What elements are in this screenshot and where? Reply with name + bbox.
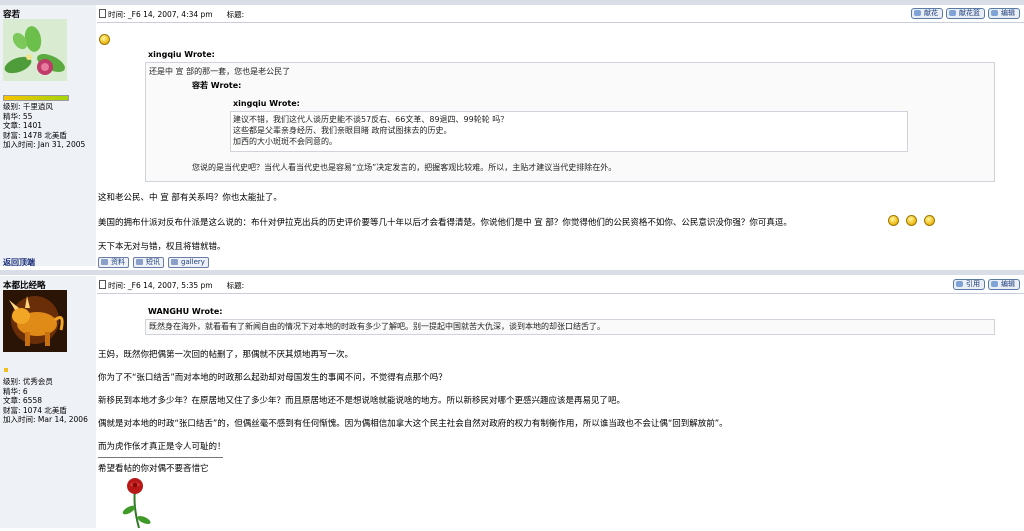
post-body-line-2: 美国的拥布什派对反布什派是这么说的：布什对伊拉克出兵的历史评价要等几十年以后才会…	[98, 218, 792, 228]
quote-box: 还是中 宣 部的那一套，您也是老公民了 容若 Wrote: xingqiu Wr…	[145, 62, 995, 182]
post-body-line-2: 你为了不“张口结舌”而对本地的时政那么起劲却对母国发生的事闻不问，不觉得有点那个…	[98, 373, 447, 383]
quote-icon	[956, 281, 963, 287]
nested2-quote-line-3: 加西的大小斑斑不会同意的。	[233, 137, 337, 146]
user-info: 级别: 优秀会员 精华: 6 文章: 6558 财富: 1074 北美盾 加入时…	[3, 377, 88, 425]
meta-divider	[97, 22, 1024, 23]
post-time: 时间: _F6 14, 2007, 4:34 pm	[108, 10, 213, 19]
quote-button[interactable]: 引用	[953, 279, 985, 290]
user-elite: 精华: 55	[3, 111, 33, 121]
basket-icon	[949, 10, 956, 16]
quote-author: WANGHU Wrote:	[148, 307, 223, 316]
user-posts: 文章: 6558	[3, 396, 42, 406]
post-body-line-4: 偶就是对本地的时政“张口结舌”的，但偶丝毫不感到有任何惭愧。因为偶相信加拿大这个…	[98, 419, 728, 429]
profile-button[interactable]: 资料	[98, 257, 129, 268]
avatar	[3, 290, 67, 352]
message-icon	[136, 259, 143, 265]
post-meta: 时间: _F6 14, 2007, 5:35 pm 标题:	[99, 280, 244, 291]
user-wealth: 财富: 1478 北美盾	[3, 130, 67, 140]
edit-button[interactable]: 编辑	[988, 279, 1020, 290]
avatar	[3, 19, 67, 81]
post-content: 时间: _F6 14, 2007, 5:35 pm 标题: 引用 编辑 WANGH…	[97, 276, 1024, 531]
profile-icon	[101, 259, 108, 265]
gallery-icon	[171, 259, 178, 265]
rank-bar	[3, 95, 69, 101]
user-joined: 加入时间: Mar 14, 2006	[3, 415, 88, 425]
user-level: 级别: 优秀会员	[3, 377, 53, 386]
post-2: 本都比经略 级别: 优秀会员 精华: 6 文章: 6558 财富: 1074 北…	[0, 276, 1024, 531]
edit-button[interactable]: 编辑	[988, 8, 1020, 19]
post-actions: 献花 献花篮 编辑	[911, 8, 1020, 19]
gallery-button[interactable]: gallery	[168, 257, 209, 268]
rank-marker	[4, 368, 8, 372]
post-actions: 引用 编辑	[953, 279, 1020, 290]
user-panel: 本都比经略 级别: 优秀会员 精华: 6 文章: 6558 财富: 1074 北…	[0, 276, 96, 528]
post-content: 时间: _F6 14, 2007, 4:34 pm 标题: 献花 献花篮 编辑 x…	[97, 5, 1024, 268]
quote-box: 既然身在海外，就看看有了新闻自由的情况下对本地的时政有多少了解吧。别一提起中国就…	[145, 319, 995, 335]
signature: 天下本无对与错，权且将错就错。	[98, 242, 226, 252]
smiley-icon	[924, 215, 935, 226]
user-panel: 容若 级别: 千里逍风 精华: 55 文章: 1401 财富: 1478 北美盾…	[0, 5, 96, 268]
edit-icon	[991, 10, 998, 16]
post-body-line-1: 王妈，既然你把偶第一次回的帖删了，那偶就不厌其烦地再写一次。	[98, 350, 354, 360]
user-level: 级别: 千里逍风	[3, 102, 53, 111]
edit-icon	[991, 281, 998, 287]
quote-text: 既然身在海外，就看看有了新闻自由的情况下对本地的时政有多少了解吧。别一提起中国就…	[149, 322, 605, 331]
post-doc-icon	[99, 9, 106, 18]
flower-basket-button[interactable]: 献花篮	[946, 8, 985, 19]
nested2-quote-line-1: 建议不错，我们这代人谈历史能不谈57反右、66文革、89退四、99轮轮 吗？	[233, 115, 509, 124]
rose-image	[117, 476, 153, 531]
smiley-icon	[906, 215, 917, 226]
post-meta: 时间: _F6 14, 2007, 4:34 pm 标题:	[99, 9, 244, 20]
meta-divider	[97, 293, 1024, 294]
nested-quote-author: 容若 Wrote:	[192, 81, 242, 90]
post-doc-icon	[99, 280, 106, 289]
post-body-line-3: 新移民到本地才多少年？在原居地又住了多少年？而且原居地还不是想说啥就能说啥的地方…	[98, 396, 626, 406]
back-to-top-link[interactable]: 返回顶端	[3, 257, 35, 268]
smiley-icon	[99, 34, 110, 45]
post-body-line-1: 这和老公民、中 宣 部有关系吗？你也太能扯了。	[98, 193, 282, 203]
user-joined: 加入时间: Jan 31, 2005	[3, 140, 86, 150]
post-subject: 标题:	[226, 10, 245, 19]
quote-text: 还是中 宣 部的那一套，您也是老公民了	[149, 67, 291, 76]
smiley-icon	[888, 215, 899, 226]
quote-author: xingqiu Wrote:	[148, 50, 215, 59]
post-time: 时间: _F6 14, 2007, 5:35 pm	[108, 281, 213, 290]
user-posts: 文章: 1401	[3, 121, 42, 131]
flower-button[interactable]: 献花	[911, 8, 943, 19]
post-subject: 标题:	[226, 281, 245, 290]
message-button[interactable]: 短讯	[133, 257, 164, 268]
post-body-line-5: 而为虎作伥才真正是令人可耻的！	[98, 442, 226, 452]
signature-divider	[98, 457, 223, 458]
nested2-quote-line-2: 这些都是父辈亲身经历、我们亲眼目睹 政府试图抹去的历史。	[233, 126, 452, 135]
user-elite: 精华: 6	[3, 386, 28, 396]
nested-quote-text: 您说的是当代史吧？当代人看当代史也是容易“立场”决定发言的，把握客观比较难。所以…	[192, 163, 617, 172]
footer-actions: 资料 短讯 gallery	[98, 257, 209, 268]
nested2-quote-box: 建议不错，我们这代人谈历史能不谈57反右、66文革、89退四、99轮轮 吗？ 这…	[230, 111, 908, 152]
nested2-quote-author: xingqiu Wrote:	[233, 99, 300, 108]
post-1: 容若 级别: 千里逍风 精华: 55 文章: 1401 财富: 1478 北美盾…	[0, 5, 1024, 268]
user-info: 级别: 千里逍风 精华: 55 文章: 1401 财富: 1478 北美盾 加入…	[3, 102, 85, 150]
flower-icon	[914, 10, 921, 16]
user-wealth: 财富: 1074 北美盾	[3, 405, 67, 415]
signature: 希望看帖的你对偶不要吝惜它	[98, 464, 209, 474]
post-separator	[0, 270, 1024, 275]
